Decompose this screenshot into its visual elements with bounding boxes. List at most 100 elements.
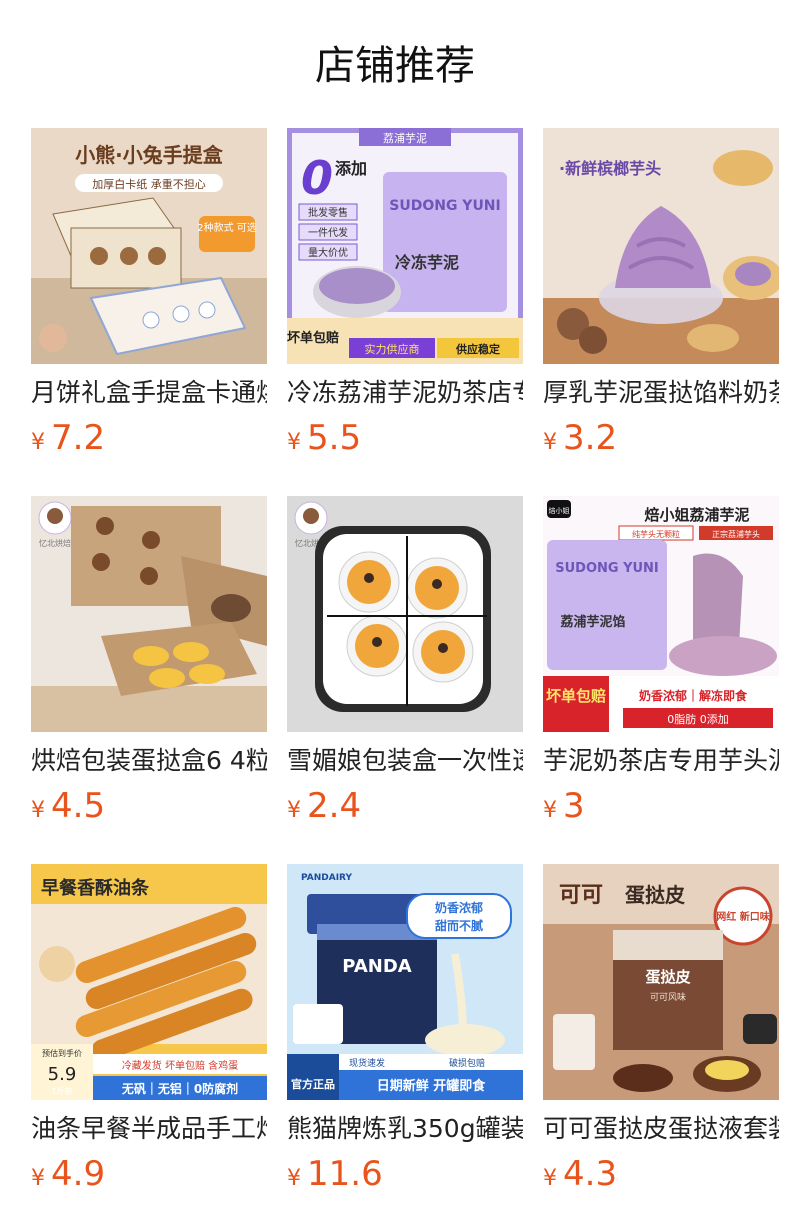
currency-symbol: ¥ bbox=[543, 1166, 557, 1191]
product-name[interactable]: 雪媚娘包装盒一次性透明 bbox=[287, 744, 523, 778]
product-card[interactable]: 早餐香酥油条 预估到手价 5.9 1斤装 冷藏发货 坏单包赔 含鸡蛋 无矾｜无铝… bbox=[31, 864, 267, 1232]
product-card[interactable]: 可可 蛋挞皮 网红 新口味 蛋挞皮 可可风味 可可蛋挞皮蛋挞液套装 ¥ 4.3 bbox=[543, 864, 779, 1232]
product-card[interactable]: 忆北烘焙 烘焙包装蛋挞盒6 4粒装 ¥4.5 bbox=[31, 496, 267, 864]
image-promo-price: 5.9 bbox=[48, 1064, 77, 1085]
product-price: ¥3 bbox=[543, 784, 585, 828]
image-sub-right: 正宗荔浦芋头 bbox=[712, 529, 760, 539]
image-pack-brand: SUDONG YUNI bbox=[389, 198, 501, 214]
image-bottom-small: 0脂肪 0添加 bbox=[667, 712, 729, 726]
currency-symbol: ¥ bbox=[287, 798, 301, 823]
currency-symbol: ¥ bbox=[543, 798, 557, 823]
product-image-taro-puree[interactable]: 焙小姐 焙小姐荔浦芋泥 纯芋头无颗粒 正宗荔浦芋头 SUDONG YUNI 荔浦… bbox=[543, 496, 779, 732]
image-bubble-line1: 奶香浓郁 bbox=[435, 900, 483, 915]
currency-symbol: ¥ bbox=[543, 430, 557, 455]
image-zero-side: 添加 bbox=[335, 159, 367, 178]
image-bottom-right: 日期新鲜 开罐即食 bbox=[377, 1078, 487, 1094]
currency-symbol: ¥ bbox=[31, 430, 45, 455]
image-sub-left: 纯芋头无颗粒 bbox=[632, 529, 680, 539]
price-value: 11.6 bbox=[307, 1154, 383, 1194]
store-recommendations-page: 店铺推荐 小熊·小兔手提盒 加厚白卡纸 承重不担心 2种款式 可选 月饼礼盒手提… bbox=[0, 0, 790, 1232]
gift-box-illustration: 小熊·小兔手提盒 加厚白卡纸 承重不担心 2种款式 可选 bbox=[31, 128, 267, 364]
egg-tart-box-illustration: 忆北烘焙 bbox=[31, 496, 267, 732]
product-name[interactable]: 冷冻荔浦芋泥奶茶店专用 bbox=[287, 376, 523, 410]
price-value: 2.4 bbox=[307, 786, 362, 826]
mochi-box-illustration: 忆北烘焙 bbox=[287, 496, 523, 732]
image-tag: 批发零售 bbox=[308, 206, 348, 219]
taro-paste-illustration: 荔浦芋泥 0 添加 批发零售 一件代发 量大价优 SUDONG YUNI 冷冻芋… bbox=[287, 128, 523, 364]
image-brand: PANDAIRY bbox=[301, 873, 352, 883]
price-value: 4.9 bbox=[51, 1154, 106, 1194]
product-name[interactable]: 油条早餐半成品手工炸 bbox=[31, 1112, 267, 1146]
image-tag1: 现货速发 bbox=[349, 1057, 385, 1069]
image-box-text: 蛋挞皮 bbox=[645, 968, 690, 986]
image-subline: 加厚白卡纸 承重不担心 bbox=[92, 177, 206, 191]
product-card[interactable]: PANDAIRY PANDA 奶香浓郁 甜而不腻 现货速发 破损包赔 官方正品 … bbox=[287, 864, 523, 1232]
image-tag: 量大价优 bbox=[308, 246, 348, 259]
price-value: 3.2 bbox=[563, 418, 618, 458]
product-grid: 小熊·小兔手提盒 加厚白卡纸 承重不担心 2种款式 可选 月饼礼盒手提盒卡通 ¥… bbox=[31, 128, 779, 1232]
image-zero: 0 bbox=[301, 151, 333, 205]
image-top-label: 荔浦芋泥 bbox=[383, 132, 427, 145]
product-price: ¥4.5 bbox=[31, 784, 105, 828]
product-card[interactable]: 荔浦芋泥 0 添加 批发零售 一件代发 量大价优 SUDONG YUNI 冷冻芋… bbox=[287, 128, 523, 496]
image-can-text: PANDA bbox=[342, 956, 411, 977]
currency-symbol: ¥ bbox=[287, 1166, 301, 1191]
product-image-condensed-milk[interactable]: PANDAIRY PANDA 奶香浓郁 甜而不腻 现货速发 破损包赔 官方正品 … bbox=[287, 864, 523, 1100]
image-corner-label: 忆北烘焙 bbox=[39, 538, 71, 548]
price-value: 5.5 bbox=[307, 418, 362, 458]
image-headline: 小熊·小兔手提盒 bbox=[75, 143, 224, 167]
image-bottom-right: 供应稳定 bbox=[455, 342, 500, 356]
product-image-gift-box[interactable]: 小熊·小兔手提盒 加厚白卡纸 承重不担心 2种款式 可选 bbox=[31, 128, 267, 364]
product-image-mochi-box[interactable]: 忆北烘焙 bbox=[287, 496, 523, 732]
image-headline: 焙小姐荔浦芋泥 bbox=[644, 506, 749, 524]
product-card[interactable]: 小熊·小兔手提盒 加厚白卡纸 承重不担心 2种款式 可选 月饼礼盒手提盒卡通 ¥… bbox=[31, 128, 267, 496]
condensed-milk-illustration: PANDAIRY PANDA 奶香浓郁 甜而不腻 现货速发 破损包赔 官方正品 … bbox=[287, 864, 523, 1100]
price-value: 7.2 bbox=[51, 418, 106, 458]
product-card[interactable]: ·新鲜槟榔芋头 厚乳芋泥蛋挞馅料奶茶 ¥3.2 bbox=[543, 128, 779, 496]
image-box-sub: 可可风味 bbox=[650, 991, 686, 1003]
image-headline-rest: 蛋挞皮 bbox=[625, 883, 685, 907]
product-card[interactable]: 忆北烘焙 雪媚娘包装盒一次性 ¥ 2.4 bbox=[287, 496, 523, 864]
image-bubble-line2: 甜而不腻 bbox=[435, 918, 483, 933]
image-pack-brand: SUDONG YUNI bbox=[555, 561, 659, 576]
product-image-taro-paste[interactable]: 荔浦芋泥 0 添加 批发零售 一件代发 量大价优 SUDONG YUNI 冷冻芋… bbox=[287, 128, 523, 364]
image-tag: 一件代发 bbox=[308, 226, 348, 239]
product-name[interactable]: 芋泥奶茶店专用芋头泥 bbox=[543, 744, 779, 778]
image-row1: 冷藏发货 坏单包赔 含鸡蛋 bbox=[122, 1059, 238, 1072]
product-name[interactable]: 厚乳芋泥蛋挞馅料奶茶 bbox=[543, 376, 779, 410]
product-image-taro-tart[interactable]: ·新鲜槟榔芋头 bbox=[543, 128, 779, 364]
image-pack-name: 冷冻芋泥 bbox=[395, 253, 459, 272]
image-headline: 早餐香酥油条 bbox=[41, 877, 150, 899]
product-name[interactable]: 熊猫牌炼乳350g罐装 bbox=[287, 1112, 523, 1146]
product-price: ¥5.5 bbox=[287, 416, 361, 460]
currency-symbol: ¥ bbox=[31, 798, 45, 823]
product-price: ¥7.2 bbox=[31, 416, 105, 460]
image-brand-logo: 焙小姐 bbox=[549, 506, 570, 515]
image-tag2: 破损包赔 bbox=[449, 1057, 485, 1069]
price-value: 4.3 bbox=[563, 1154, 618, 1194]
image-headline: ·新鲜槟榔芋头 bbox=[559, 159, 661, 178]
taro-tart-illustration: ·新鲜槟榔芋头 bbox=[543, 128, 779, 364]
image-bottom-left: 坏单包赔 bbox=[287, 330, 339, 346]
price-value: 4.5 bbox=[51, 786, 106, 826]
product-price: ¥3.2 bbox=[543, 416, 617, 460]
taro-puree-illustration: 焙小姐 焙小姐荔浦芋泥 纯芋头无颗粒 正宗荔浦芋头 SUDONG YUNI 荔浦… bbox=[543, 496, 779, 732]
product-name[interactable]: 烘焙包装蛋挞盒6 4粒装 bbox=[31, 744, 267, 778]
image-bottom-mid: 奶香浓郁｜解冻即食 bbox=[639, 688, 748, 703]
currency-symbol: ¥ bbox=[287, 430, 301, 455]
product-name[interactable]: 可可蛋挞皮蛋挞液套装 bbox=[543, 1112, 779, 1146]
product-image-youtiao[interactable]: 早餐香酥油条 预估到手价 5.9 1斤装 冷藏发货 坏单包赔 含鸡蛋 无矾｜无铝… bbox=[31, 864, 267, 1100]
image-badge: 网红 新口味 bbox=[716, 910, 769, 923]
product-price: ¥2.4 bbox=[287, 784, 361, 828]
image-bottom-left: 坏单包赔 bbox=[546, 687, 606, 705]
product-image-cocoa-tart[interactable]: 可可 蛋挞皮 网红 新口味 蛋挞皮 可可风味 bbox=[543, 864, 779, 1100]
page-title: 店铺推荐 bbox=[315, 43, 475, 89]
image-headline-quote: 可可 bbox=[559, 883, 603, 908]
product-name[interactable]: 月饼礼盒手提盒卡通烘焙包装 bbox=[31, 376, 267, 410]
product-card[interactable]: 焙小姐 焙小姐荔浦芋泥 纯芋头无颗粒 正宗荔浦芋头 SUDONG YUNI 荔浦… bbox=[543, 496, 779, 864]
product-image-egg-tart-box[interactable]: 忆北烘焙 bbox=[31, 496, 267, 732]
product-price: ¥4.3 bbox=[543, 1152, 617, 1196]
image-bottom-left: 官方正品 bbox=[291, 1077, 335, 1091]
product-price: ¥4.9 bbox=[31, 1152, 105, 1196]
image-badge: 2种款式 可选 bbox=[197, 221, 257, 234]
